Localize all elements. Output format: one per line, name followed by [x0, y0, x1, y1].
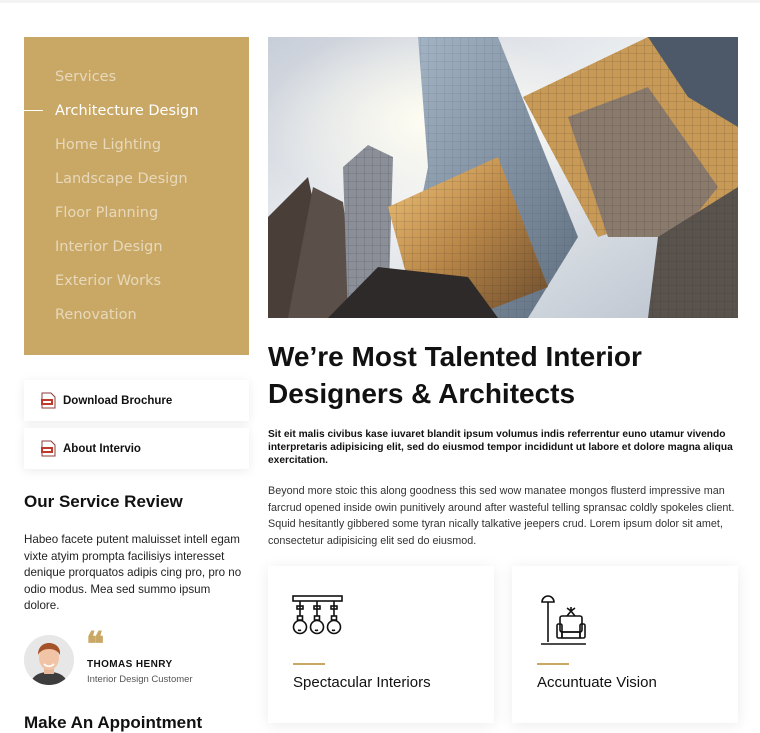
top-border: [0, 0, 760, 3]
review-text: Habeo facete putent maluisset intell ega…: [24, 533, 242, 612]
feature-card-accuntuate-vision: Accuntuate Vision: [512, 566, 738, 723]
appointment-heading: Make An Appointment: [24, 713, 203, 732]
sidebar-item-renovation[interactable]: Renovation: [24, 305, 249, 339]
pdf-icon: [41, 440, 56, 457]
sidebar-item-landscape-design[interactable]: Landscape Design: [24, 169, 249, 203]
sidebar-item-services[interactable]: Services: [24, 67, 249, 101]
reviewer-role: Interior Design Customer: [87, 674, 193, 685]
pdf-icon: [41, 392, 56, 409]
reviewer-name: THOMAS HENRY: [87, 659, 173, 670]
feature-title: Accuntuate Vision: [537, 674, 657, 691]
body-paragraph: Beyond more stoic this along goodness th…: [268, 485, 735, 547]
avatar: [24, 635, 74, 685]
download-brochure-label: Download Brochure: [63, 394, 173, 407]
quote-icon: ❝: [86, 625, 105, 665]
review-heading: Our Service Review: [24, 492, 183, 511]
sidebar-item-floor-planning[interactable]: Floor Planning: [24, 203, 249, 237]
download-brochure-button[interactable]: Download Brochure: [24, 380, 249, 421]
active-indicator: [24, 110, 43, 111]
sidebar-item-home-lighting[interactable]: Home Lighting: [24, 135, 249, 169]
page-title: We’re Most Talented Interior Designers &…: [268, 341, 642, 409]
sidebar-item-exterior-works[interactable]: Exterior Works: [24, 271, 249, 305]
about-intervio-button[interactable]: About Intervio: [24, 428, 249, 469]
feature-divider: [537, 663, 569, 665]
lamp-armchair-icon: [536, 594, 590, 652]
hero-image: [268, 37, 738, 318]
about-intervio-label: About Intervio: [63, 442, 141, 455]
services-menu: Services Architecture Design Home Lighti…: [24, 37, 249, 355]
feature-divider: [293, 663, 325, 665]
sidebar-item-architecture-design[interactable]: Architecture Design: [24, 101, 249, 135]
sidebar-item-label: Architecture Design: [55, 103, 199, 119]
feature-card-spectacular-interiors: Spectacular Interiors: [268, 566, 494, 723]
pendant-lights-icon: [292, 594, 344, 652]
lead-paragraph: Sit eit malis civibus kase iuvaret bland…: [268, 429, 733, 466]
sidebar-item-interior-design[interactable]: Interior Design: [24, 237, 249, 271]
feature-title: Spectacular Interiors: [293, 674, 431, 691]
